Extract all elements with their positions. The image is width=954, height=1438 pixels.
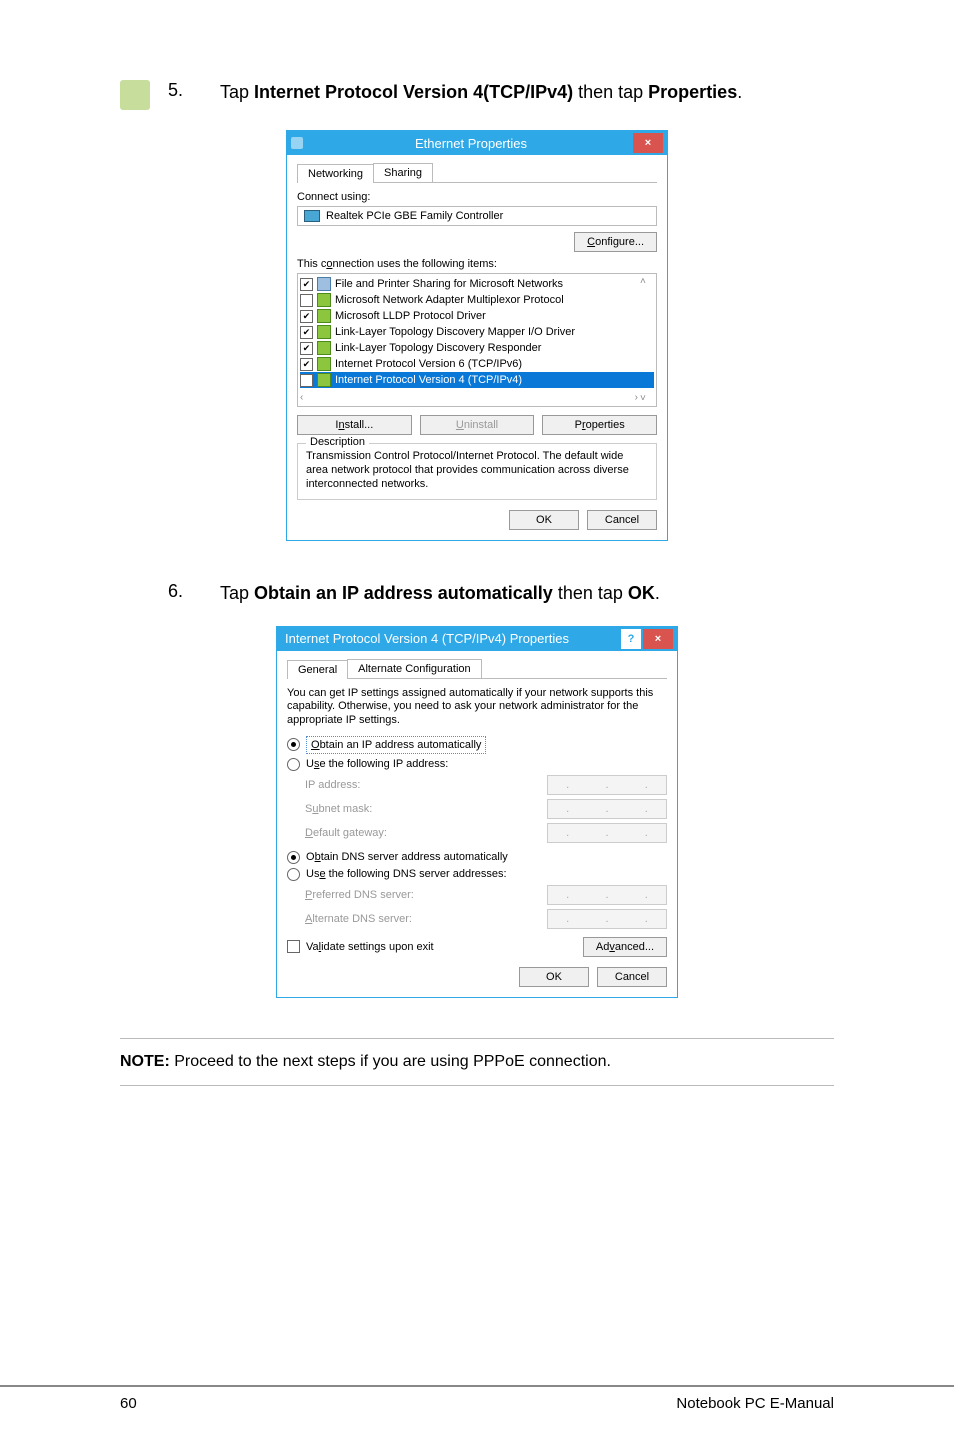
protocol-icon xyxy=(317,309,331,323)
service-icon xyxy=(317,277,331,291)
uninstall-button: Uninstall xyxy=(420,415,535,435)
window-icon xyxy=(291,137,303,149)
protocol-icon xyxy=(317,357,331,371)
scroll-down-icon[interactable]: ˅ xyxy=(640,393,654,404)
connect-using-label: Connect using: xyxy=(297,191,657,203)
list-item-selected[interactable]: Internet Protocol Version 4 (TCP/IPv4) xyxy=(300,372,654,388)
step6-text: Tap Obtain an IP address automatically t… xyxy=(220,581,660,605)
radio-icon[interactable] xyxy=(287,738,300,751)
checkbox-icon[interactable] xyxy=(300,342,313,355)
adapter-field[interactable]: Realtek PCIe GBE Family Controller xyxy=(297,206,657,226)
checkbox-icon[interactable] xyxy=(300,310,313,323)
list-item[interactable]: Microsoft Network Adapter Multiplexor Pr… xyxy=(300,292,654,308)
protocol-icon xyxy=(317,293,331,307)
list-item[interactable]: Internet Protocol Version 6 (TCP/IPv6) xyxy=(300,356,654,372)
list-item[interactable]: Microsoft LLDP Protocol Driver xyxy=(300,308,654,324)
step5-text: Tap Internet Protocol Version 4(TCP/IPv4… xyxy=(220,80,742,110)
subnet-label: Subnet mask: xyxy=(305,803,539,815)
dialog-title: Ethernet Properties xyxy=(309,136,633,151)
radio-icon[interactable] xyxy=(287,851,300,864)
ip-address-field: ... xyxy=(547,775,667,795)
gateway-label: Default gateway: xyxy=(305,827,539,839)
configure-button[interactable]: Configure... xyxy=(574,232,657,252)
checkbox-icon[interactable] xyxy=(287,940,300,953)
radio-obtain-ip[interactable]: Obtain an IP address automatically xyxy=(287,736,667,754)
protocol-icon xyxy=(317,325,331,339)
adapter-icon xyxy=(304,210,320,222)
ethernet-properties-dialog: Ethernet Properties × Networking Sharing… xyxy=(286,130,668,541)
cancel-button[interactable]: Cancel xyxy=(587,510,657,530)
gateway-field: ... xyxy=(547,823,667,843)
checkbox-icon[interactable] xyxy=(300,358,313,371)
advanced-button[interactable]: Advanced... xyxy=(583,937,667,957)
alt-dns-label: Alternate DNS server: xyxy=(305,913,539,925)
properties-button[interactable]: Properties xyxy=(542,415,657,435)
close-button[interactable]: × xyxy=(633,133,663,153)
tab-sharing[interactable]: Sharing xyxy=(373,163,433,182)
radio-use-dns[interactable]: Use the following DNS server addresses: xyxy=(287,868,667,881)
hscrollbar[interactable]: ‹› xyxy=(300,392,638,404)
tab-networking[interactable]: Networking xyxy=(297,164,374,183)
checkbox-icon[interactable] xyxy=(300,278,313,291)
radio-icon[interactable] xyxy=(287,758,300,771)
intro-text: You can get IP settings assigned automat… xyxy=(287,687,667,728)
help-button[interactable]: ? xyxy=(621,629,641,649)
radio-icon[interactable] xyxy=(287,868,300,881)
dialog-title: Internet Protocol Version 4 (TCP/IPv4) P… xyxy=(281,631,621,646)
checkbox-icon[interactable] xyxy=(300,326,313,339)
checkbox-icon[interactable] xyxy=(300,374,313,387)
note-block: NOTE: Proceed to the next steps if you a… xyxy=(120,1038,834,1086)
ok-button[interactable]: OK xyxy=(519,967,589,987)
list-item[interactable]: File and Printer Sharing for Microsoft N… xyxy=(300,276,654,292)
checkbox-icon[interactable] xyxy=(300,294,313,307)
pref-dns-label: Preferred DNS server: xyxy=(305,889,539,901)
adapter-name: Realtek PCIe GBE Family Controller xyxy=(326,210,503,222)
protocol-icon xyxy=(317,373,331,387)
protocol-icon xyxy=(317,341,331,355)
description-text: Transmission Control Protocol/Internet P… xyxy=(306,450,648,491)
doc-title: Notebook PC E-Manual xyxy=(676,1395,834,1412)
tab-general[interactable]: General xyxy=(287,660,348,679)
install-button[interactable]: Install... xyxy=(297,415,412,435)
ok-button[interactable]: OK xyxy=(509,510,579,530)
scrollbar[interactable]: ˄˅ xyxy=(640,276,654,404)
alt-dns-field: ... xyxy=(547,909,667,929)
connection-items-list[interactable]: File and Printer Sharing for Microsoft N… xyxy=(297,273,657,407)
step-number-5: 5. xyxy=(168,80,190,110)
step-marker xyxy=(120,80,150,110)
radio-use-ip[interactable]: Use the following IP address: xyxy=(287,758,667,771)
validate-checkbox[interactable]: Validate settings upon exit xyxy=(287,940,434,953)
list-item[interactable]: Link-Layer Topology Discovery Mapper I/O… xyxy=(300,324,654,340)
tab-alternate[interactable]: Alternate Configuration xyxy=(347,659,482,678)
scroll-up-icon[interactable]: ˄ xyxy=(640,276,654,287)
description-label: Description xyxy=(306,436,369,448)
items-label: This connection uses the following items… xyxy=(297,258,657,270)
close-button[interactable]: × xyxy=(643,629,673,649)
subnet-field: ... xyxy=(547,799,667,819)
pref-dns-field: ... xyxy=(547,885,667,905)
page-number: 60 xyxy=(120,1395,137,1412)
ip-address-label: IP address: xyxy=(305,779,539,791)
cancel-button[interactable]: Cancel xyxy=(597,967,667,987)
ipv4-properties-dialog: Internet Protocol Version 4 (TCP/IPv4) P… xyxy=(276,626,678,998)
radio-obtain-dns[interactable]: Obtain DNS server address automatically xyxy=(287,851,667,864)
step-number-6: 6. xyxy=(168,581,190,605)
list-item[interactable]: Link-Layer Topology Discovery Responder xyxy=(300,340,654,356)
